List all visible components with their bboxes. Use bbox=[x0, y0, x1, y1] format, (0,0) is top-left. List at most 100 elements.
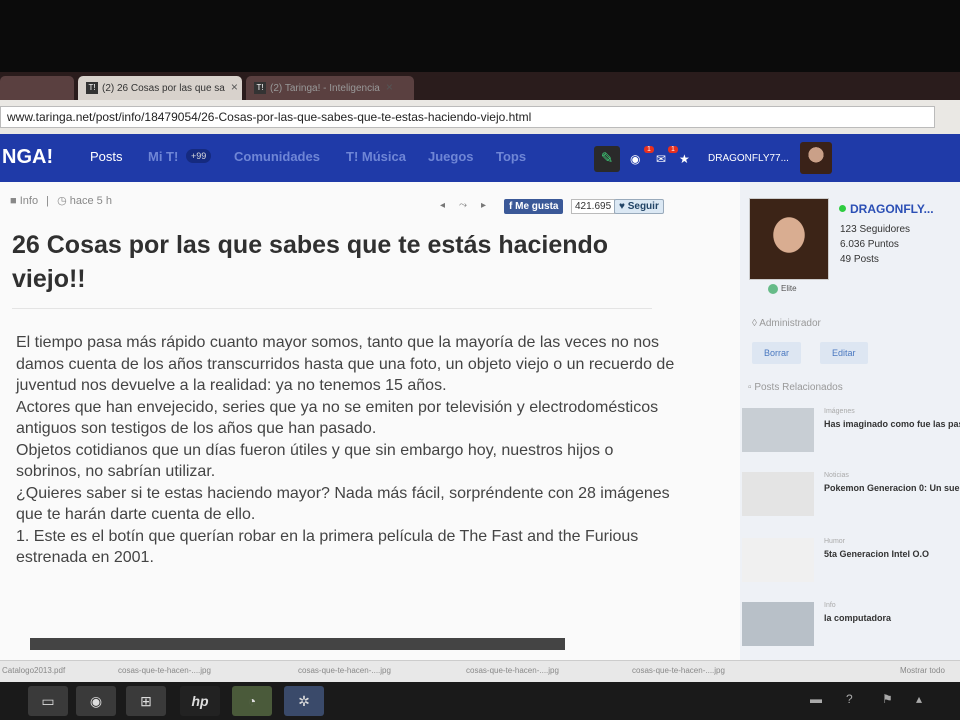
download-item[interactable]: Catalogo2013.pdf bbox=[2, 666, 65, 675]
online-status-icon bbox=[839, 205, 846, 212]
help-icon[interactable]: ? bbox=[846, 692, 853, 706]
star-icon[interactable]: ★ bbox=[679, 152, 690, 166]
twitter-icon: ♥ bbox=[619, 201, 625, 212]
mail-icon[interactable]: ✉ bbox=[656, 152, 666, 166]
download-item[interactable]: cosas-que-te-hacen-....jpg bbox=[632, 666, 725, 675]
download-item[interactable]: cosas-que-te-hacen-....jpg bbox=[466, 666, 559, 675]
message-badge: 1 bbox=[668, 146, 678, 153]
taringa-favicon: T! bbox=[254, 82, 266, 95]
post-title: 26 Cosas por las que sabes que te estás … bbox=[12, 231, 609, 293]
title-divider bbox=[12, 308, 652, 309]
tab-previous[interactable] bbox=[0, 76, 74, 100]
related-category: Info bbox=[824, 602, 836, 609]
nav-juegos[interactable]: Juegos bbox=[428, 149, 474, 164]
hp-icon[interactable]: hp bbox=[180, 686, 220, 716]
nav-comunidades[interactable]: Comunidades bbox=[234, 149, 320, 164]
followers-count: 123 Seguidores bbox=[840, 224, 911, 235]
body-paragraph: Actores que han envejecido, series que y… bbox=[16, 398, 659, 438]
nav-posts[interactable]: Posts bbox=[90, 149, 123, 164]
author-username[interactable]: DRAGONFLY... bbox=[850, 202, 934, 216]
media-player-icon[interactable]: ◉ bbox=[76, 686, 116, 716]
keyboard-icon[interactable]: ▬ bbox=[810, 692, 822, 706]
like-count: 421.695 bbox=[571, 199, 616, 214]
download-bar: Catalogo2013.pdf cosas-que-te-hacen-....… bbox=[0, 660, 960, 682]
prev-post-icon[interactable]: ◂ bbox=[440, 200, 445, 211]
explorer-icon[interactable]: ▭ bbox=[28, 686, 68, 716]
meta-separator: | bbox=[46, 195, 49, 207]
rank-icon bbox=[768, 284, 778, 294]
post-time: hace 5 h bbox=[69, 195, 112, 207]
body-paragraph: El tiempo pasa más rápido cuanto mayor s… bbox=[16, 334, 675, 394]
close-tab-icon[interactable]: × bbox=[231, 80, 238, 94]
windows-taskbar: ▭ ◉ ⊞ hp ◔ ✲ ▬ ? ⚑ ▴ bbox=[0, 682, 960, 720]
body-paragraph: ¿Quieres saber si te estas haciendo mayo… bbox=[16, 484, 670, 524]
body-paragraph: Objetos cotidianos que un días fueron út… bbox=[16, 441, 614, 481]
tab-taringa-inteligencia[interactable]: T! (2) Taringa! - Inteligencia × bbox=[246, 76, 414, 100]
nav-musica[interactable]: T! Música bbox=[346, 149, 406, 164]
chrome-icon[interactable]: ◔ bbox=[232, 686, 272, 716]
notification-badge: 1 bbox=[644, 146, 654, 153]
delete-button[interactable]: Borrar bbox=[752, 342, 802, 364]
follow-label: Seguir bbox=[627, 201, 659, 212]
nav-username[interactable]: DRAGONFLY77... bbox=[708, 153, 789, 164]
shield-icon: ◊ bbox=[752, 318, 757, 329]
show-all-downloads[interactable]: Mostrar todo bbox=[900, 666, 945, 675]
related-category: Imágenes bbox=[824, 408, 855, 415]
nav-mi-t[interactable]: Mi T! bbox=[148, 149, 178, 164]
related-thumbnail bbox=[742, 602, 814, 646]
monitor-bezel-top bbox=[0, 0, 960, 72]
site-navbar: NGA! Posts Mi T! +99 Comunidades T! Músi… bbox=[0, 134, 960, 182]
compose-icon[interactable]: ✎ bbox=[594, 146, 620, 172]
author-profile-picture[interactable] bbox=[749, 198, 829, 280]
close-tab-icon[interactable]: × bbox=[386, 80, 393, 94]
windows-icon[interactable]: ⊞ bbox=[126, 686, 166, 716]
tab-title: (2) Taringa! - Inteligencia bbox=[270, 83, 380, 94]
taringa-logo[interactable]: NGA! bbox=[2, 146, 53, 169]
settings-icon[interactable]: ✲ bbox=[284, 686, 324, 716]
flag-icon[interactable]: ⚑ bbox=[882, 692, 893, 706]
download-item[interactable]: cosas-que-te-hacen-....jpg bbox=[298, 666, 391, 675]
related-posts-heading: ▫ Posts Relacionados bbox=[748, 382, 843, 393]
posts-stat: 49 Posts bbox=[840, 254, 879, 265]
related-title: 5ta Generacion Intel O.O bbox=[824, 549, 930, 559]
points-stat: 6.036 Puntos bbox=[840, 239, 899, 250]
eye-icon[interactable]: ◉ bbox=[630, 152, 640, 166]
like-label: Me gusta bbox=[515, 201, 559, 212]
download-item[interactable]: cosas-que-te-hacen-....jpg bbox=[118, 666, 211, 675]
related-post[interactable]: Imágenes Has imaginado como fue las pasa… bbox=[740, 408, 960, 456]
related-post[interactable]: Noticias Pokemon Generacion 0: Un sueño … bbox=[740, 472, 960, 520]
related-title: Pokemon Generacion 0: Un sueño que se ha… bbox=[824, 483, 960, 493]
post-meta: ■ Info | ◷ hace 5 h bbox=[10, 194, 112, 207]
related-heading-text: Posts Relacionados bbox=[754, 382, 843, 393]
related-title: la computadora bbox=[824, 613, 892, 623]
next-post-icon[interactable]: ▸ bbox=[481, 200, 486, 211]
network-icon[interactable]: ▴ bbox=[916, 692, 922, 706]
related-category: Humor bbox=[824, 538, 846, 545]
post-body: El tiempo pasa más rápido cuanto mayor s… bbox=[16, 332, 676, 569]
tab-active-post[interactable]: T! (2) 26 Cosas por las que sa × bbox=[78, 76, 242, 100]
body-paragraph: 1. Este es el botín que querían robar en… bbox=[16, 527, 639, 567]
browser-tab-strip: T! (2) 26 Cosas por las que sa × T! (2) Tar… bbox=[0, 72, 960, 100]
author-rank: Elite bbox=[768, 284, 797, 294]
document-icon: ▫ bbox=[748, 382, 752, 393]
related-post[interactable]: Info la computadora bbox=[740, 602, 960, 650]
mi-t-count-badge: +99 bbox=[186, 149, 212, 163]
url-input[interactable]: www.taringa.net/post/info/18479054/26-Co… bbox=[0, 106, 935, 128]
user-avatar[interactable] bbox=[800, 142, 832, 174]
post-category[interactable]: Info bbox=[20, 195, 38, 207]
role-text: Administrador bbox=[759, 318, 821, 329]
related-thumbnail bbox=[742, 408, 814, 452]
random-post-icon[interactable]: ⤳ bbox=[459, 200, 467, 211]
related-thumbnail bbox=[742, 538, 814, 582]
related-title: Has imaginado como fue las pasadas gener… bbox=[824, 419, 960, 429]
related-post[interactable]: Humor 5ta Generacion Intel O.O bbox=[740, 538, 960, 586]
twitter-follow-button[interactable]: ♥ Seguir bbox=[614, 199, 664, 214]
clock-icon: ◷ bbox=[57, 195, 67, 207]
post-nav-tools: ◂ ⤳ ▸ bbox=[440, 200, 500, 211]
edit-button[interactable]: Editar bbox=[820, 342, 868, 364]
horizontal-scrollbar[interactable] bbox=[30, 638, 565, 650]
admin-label: ◊ Administrador bbox=[752, 318, 821, 329]
nav-tops[interactable]: Tops bbox=[496, 149, 526, 164]
facebook-like-button[interactable]: f Me gusta bbox=[504, 199, 564, 214]
related-thumbnail bbox=[742, 472, 814, 516]
